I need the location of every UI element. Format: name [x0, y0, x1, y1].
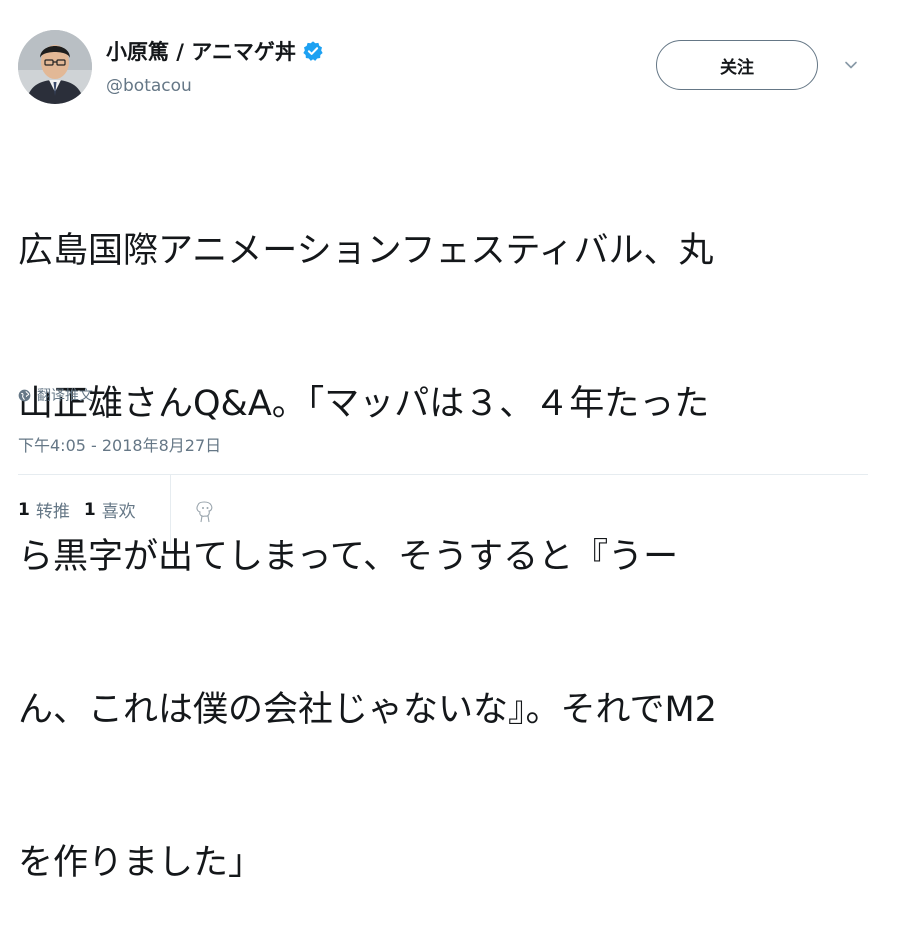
translate-tweet-link[interactable]: 翻译推文 [18, 385, 93, 405]
divider-top [18, 474, 868, 475]
liker-avatar-icon[interactable] [189, 496, 221, 528]
like-count: 1 [83, 499, 96, 520]
tweet-text-line: ん、これは僕の会社じゃないな』。それでM2 [18, 690, 717, 730]
like-label: 喜欢 [101, 502, 136, 522]
tweet-text: 広島国際アニメーションフェスティバル、丸 山正雄さんQ&A。「マッパは３、４年た… [18, 124, 868, 940]
tweet-text-line: ら黒字が出てしまって、そうすると『うー [18, 537, 679, 577]
avatar[interactable] [18, 30, 92, 104]
author-name-row[interactable]: 小原篤 / アニマゲ丼 [106, 36, 324, 66]
tweet-stats: 1 转推 1 喜欢 [18, 497, 150, 523]
retweet-label: 转推 [35, 502, 70, 522]
retweet-count: 1 [18, 499, 30, 520]
verified-badge-icon [303, 41, 323, 61]
person-avatar-icon [18, 30, 92, 104]
stats-separator [170, 475, 171, 550]
chevron-down-icon[interactable] [844, 58, 858, 72]
tweet-text-line: 山正雄さんQ&A。「マッパは３、４年たった [18, 384, 710, 424]
user-handle[interactable]: @botacou [106, 76, 192, 96]
retweet-count-link[interactable]: 1 转推 [18, 497, 70, 523]
tweet-text-line: を作りました」 [18, 843, 264, 883]
translate-label[interactable]: 翻译推文 [37, 385, 93, 405]
globe-icon [18, 389, 31, 401]
display-name[interactable]: 小原篤 / アニマゲ丼 [106, 36, 296, 66]
tweet-timestamp[interactable]: 下午4:05 - 2018年8月27日 [18, 432, 221, 456]
tweet-text-line: 広島国際アニメーションフェスティバル、丸 [18, 231, 714, 271]
like-count-link[interactable]: 1 喜欢 [83, 497, 136, 523]
follow-button[interactable]: 关注 [656, 40, 818, 90]
